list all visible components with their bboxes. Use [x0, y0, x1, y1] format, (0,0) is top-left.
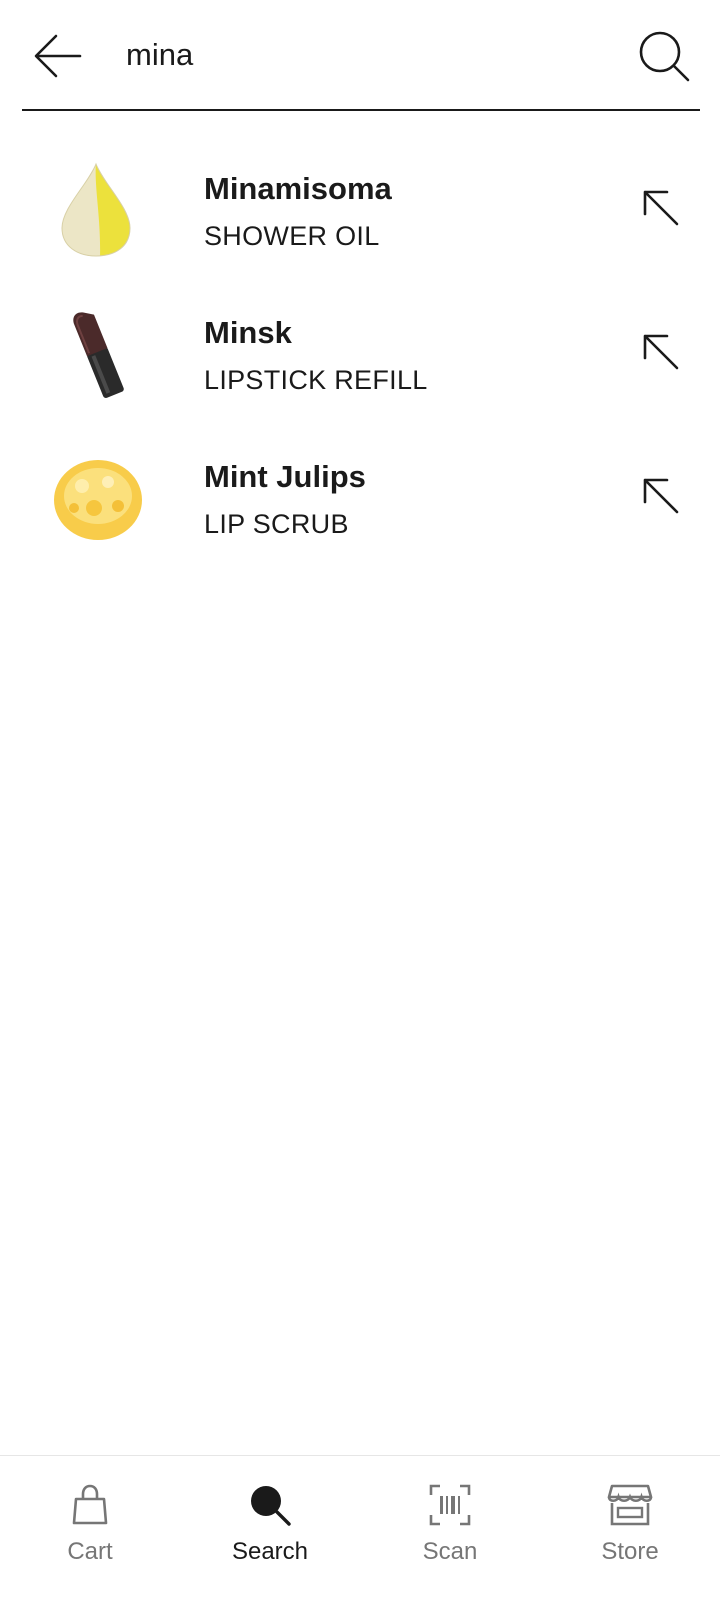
arrow-up-left-icon	[643, 334, 679, 370]
arrow-up-left-icon	[643, 478, 679, 514]
nav-item-cart[interactable]: Cart	[0, 1456, 180, 1600]
lipstick-refill-image	[73, 312, 124, 399]
result-title: Minamisoma	[204, 171, 392, 206]
nav-label-cart: Cart	[67, 1538, 113, 1565]
result-category: SHOWER OIL	[204, 221, 380, 251]
nav-item-store[interactable]: Store	[540, 1456, 720, 1600]
bottom-navigation: Cart Search Scan Store	[0, 1455, 720, 1600]
result-item[interactable]: Minamisoma SHOWER OIL	[0, 141, 720, 285]
nav-item-scan[interactable]: Scan	[360, 1456, 540, 1600]
shower-oil-drop-image	[61, 162, 131, 257]
shopping-bag-icon	[72, 1484, 108, 1525]
search-button[interactable]	[634, 26, 694, 86]
barcode-scan-icon	[429, 1484, 471, 1526]
fill-search-button[interactable]	[636, 183, 686, 233]
nav-label-store: Store	[601, 1538, 659, 1565]
arrow-up-left-icon	[643, 190, 679, 226]
result-category: LIPSTICK REFILL	[204, 365, 428, 395]
nav-label-search: Search	[231, 1538, 309, 1565]
arrow-left-icon	[34, 34, 82, 78]
search-icon	[639, 31, 690, 82]
search-input[interactable]	[126, 30, 606, 80]
search-icon	[251, 1486, 291, 1526]
search-bar	[22, 0, 700, 111]
fill-search-button[interactable]	[636, 471, 686, 521]
result-item[interactable]: Mint Julips LIP SCRUB	[0, 429, 720, 573]
back-button[interactable]	[30, 28, 86, 84]
result-title: Mint Julips	[204, 459, 366, 494]
search-results-list: Minamisoma SHOWER OIL Minsk LIPSTICK REF…	[0, 141, 720, 573]
result-item[interactable]: Minsk LIPSTICK REFILL	[0, 285, 720, 429]
nav-item-search[interactable]: Search	[180, 1456, 360, 1600]
lip-scrub-image	[54, 460, 142, 540]
storefront-icon	[607, 1484, 653, 1526]
result-title: Minsk	[204, 315, 292, 350]
nav-label-scan: Scan	[422, 1538, 478, 1565]
fill-search-button[interactable]	[636, 327, 686, 377]
result-category: LIP SCRUB	[204, 509, 349, 539]
